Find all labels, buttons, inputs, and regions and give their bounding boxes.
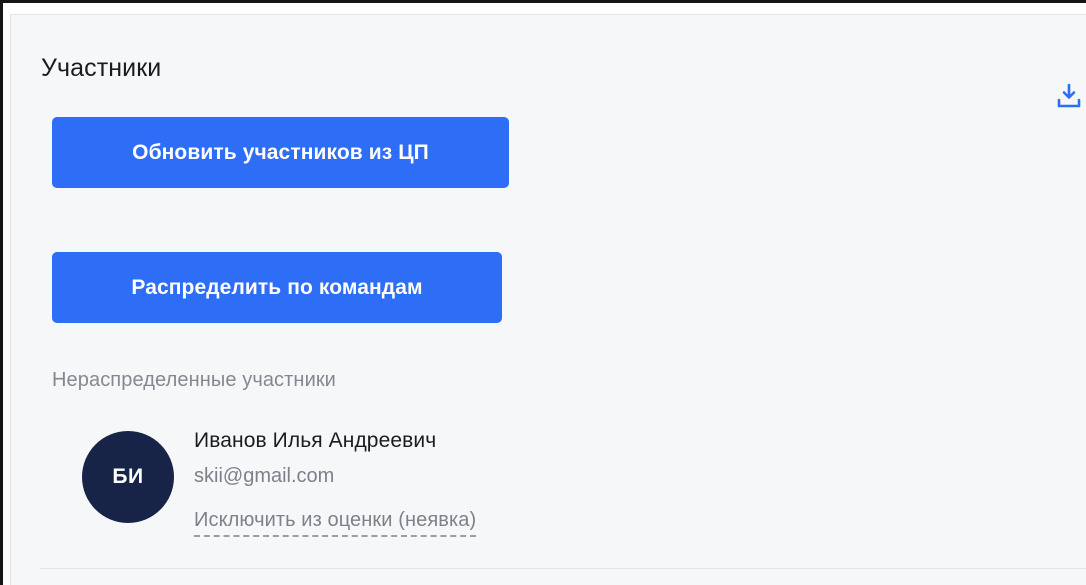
divider [40,568,1086,569]
member-name: Иванов Илья Андреевич [194,429,437,452]
refresh-participants-button[interactable]: Обновить участников из ЦП [52,117,509,188]
section-title: Участники [41,54,162,82]
avatar: БИ [82,431,174,523]
exclude-from-evaluation-link[interactable]: Исключить из оценки (неявка) [194,505,477,537]
distribute-teams-button[interactable]: Распределить по командам [52,252,502,323]
unassigned-participants-label: Нераспределенные участники [52,369,336,391]
download-icon[interactable] [1056,82,1084,110]
member-email: skii@gmail.com [194,465,335,487]
